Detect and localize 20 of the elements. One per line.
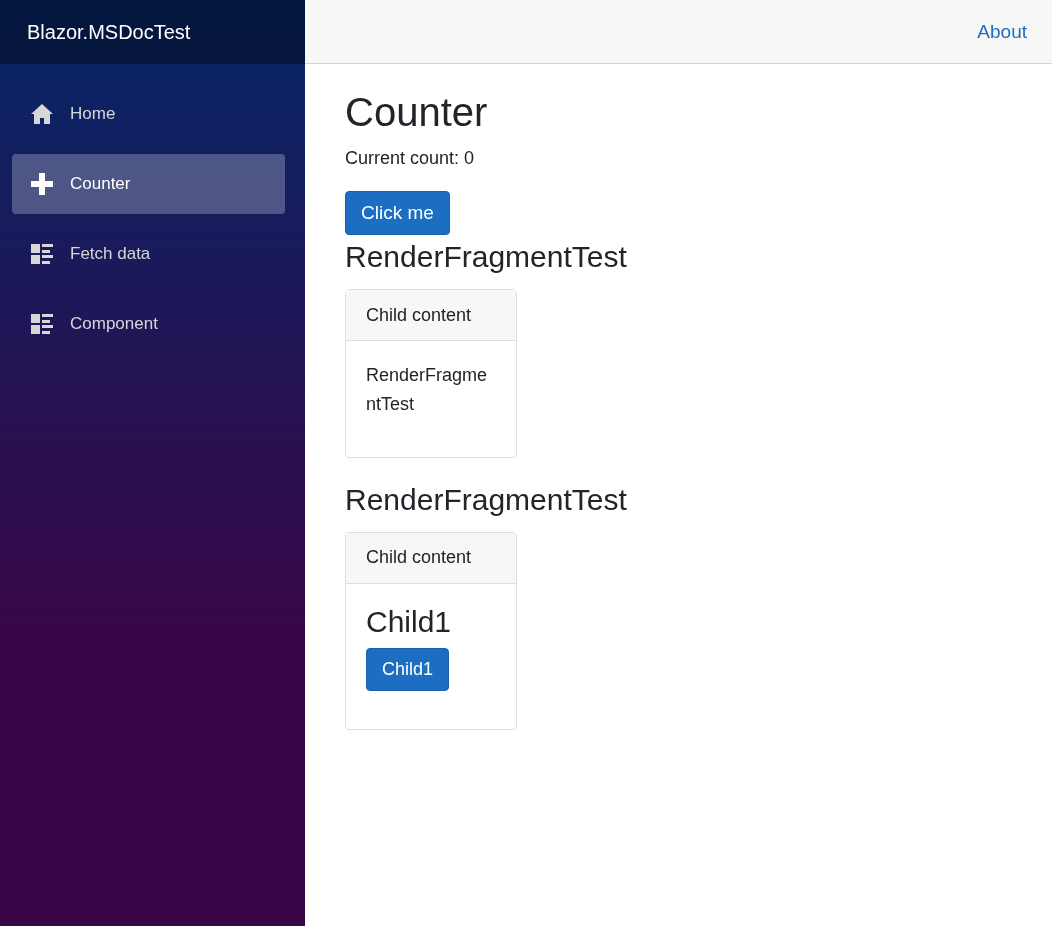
brand-title[interactable]: Blazor.MSDocTest xyxy=(0,0,305,64)
plus-icon xyxy=(31,173,53,195)
home-icon xyxy=(31,104,53,124)
page-title: Counter xyxy=(345,89,488,136)
child-button[interactable]: Child1 xyxy=(366,647,450,691)
card-header: Child content xyxy=(346,532,516,584)
section-heading: RenderFragmentTest xyxy=(345,239,627,275)
list-icon xyxy=(31,244,53,264)
count-text: Current count: 0 xyxy=(345,148,475,169)
nav-link[interactable]: Counter xyxy=(12,154,285,214)
card-heading: Child1 xyxy=(366,603,452,640)
card-text: RenderFragmentTest xyxy=(366,364,489,416)
about-link[interactable]: About xyxy=(977,20,1027,43)
card-header: Child content xyxy=(346,290,516,341)
nav-link[interactable]: Fetch data xyxy=(12,224,285,284)
list-icon xyxy=(31,314,53,334)
section-heading: RenderFragmentTest xyxy=(345,481,627,518)
nav-link[interactable]: Home xyxy=(12,84,285,144)
click-button[interactable]: Click me xyxy=(345,191,450,235)
nav-link[interactable]: Component xyxy=(12,294,285,354)
